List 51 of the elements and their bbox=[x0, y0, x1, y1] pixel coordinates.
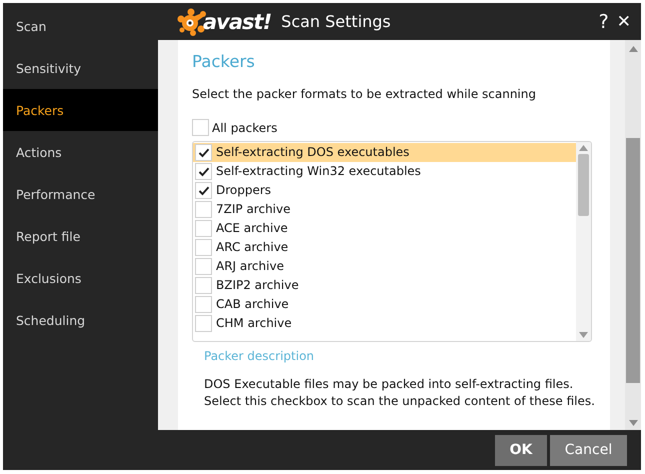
description-text: DOS Executable files may be packed into self-extracting files. bbox=[204, 376, 574, 393]
checkbox[interactable] bbox=[195, 182, 212, 199]
section-heading: Packers bbox=[192, 52, 256, 71]
list-item[interactable]: Droppers bbox=[193, 181, 576, 200]
down-arrow-icon[interactable] bbox=[579, 332, 588, 338]
sidebar-item[interactable]: Packers bbox=[3, 89, 158, 131]
list-item[interactable]: Self-extracting Win32 executables bbox=[193, 162, 576, 181]
down-arrow-icon[interactable] bbox=[628, 420, 638, 426]
scrollbar[interactable] bbox=[576, 142, 591, 341]
checkbox[interactable] bbox=[195, 277, 212, 294]
window-title: Scan Settings bbox=[281, 12, 391, 31]
list-item[interactable]: ACE archive bbox=[193, 219, 576, 238]
sidebar-item[interactable]: Scheduling bbox=[3, 299, 158, 341]
sidebar-item[interactable]: Sensitivity bbox=[3, 47, 158, 89]
checkbox[interactable] bbox=[195, 296, 212, 313]
list-item[interactable]: CAB archive bbox=[193, 295, 576, 314]
sidebar-item[interactable]: Report file bbox=[3, 215, 158, 257]
list-item[interactable]: CHM archive bbox=[193, 314, 576, 333]
check-icon bbox=[198, 146, 210, 158]
logo-text: avast! bbox=[203, 10, 272, 34]
checkbox-label: All packers bbox=[212, 120, 278, 134]
scrollbar-thumb[interactable] bbox=[578, 154, 589, 216]
checkbox[interactable] bbox=[195, 144, 212, 161]
sidebar-item[interactable]: Actions bbox=[3, 131, 158, 173]
check-icon bbox=[198, 166, 210, 178]
list-item[interactable]: Self-extracting DOS executables bbox=[193, 143, 576, 162]
description-text: Select this checkbox to scan the unpacked content of these files. bbox=[204, 393, 596, 410]
checkbox[interactable] bbox=[195, 239, 212, 256]
sidebar-item[interactable]: Scan bbox=[3, 5, 158, 47]
up-arrow-icon[interactable] bbox=[628, 46, 638, 52]
checkbox[interactable] bbox=[195, 220, 212, 237]
checkbox[interactable] bbox=[195, 258, 212, 275]
checkbox[interactable] bbox=[195, 315, 212, 332]
list-item[interactable]: BZIP2 archive bbox=[193, 276, 576, 295]
help-button[interactable]: ? bbox=[594, 10, 613, 32]
checkbox[interactable] bbox=[195, 163, 212, 180]
cancel-button[interactable]: Cancel bbox=[550, 434, 627, 466]
ok-button[interactable]: OK bbox=[495, 434, 547, 466]
scrollbar[interactable] bbox=[625, 40, 641, 430]
check-icon bbox=[198, 184, 210, 196]
close-button[interactable]: ✕ bbox=[612, 12, 635, 32]
list-item[interactable]: ARC archive bbox=[193, 238, 576, 257]
list-item[interactable]: ARJ archive bbox=[193, 257, 576, 276]
sidebar-item[interactable]: Performance bbox=[3, 173, 158, 215]
scrollbar-thumb[interactable] bbox=[626, 138, 640, 383]
instruction-text: Select the packer formats to be extracted while scanning bbox=[192, 87, 537, 101]
checkbox[interactable] bbox=[192, 119, 209, 136]
checkbox[interactable] bbox=[195, 201, 212, 218]
sidebar-item[interactable]: Exclusions bbox=[3, 257, 158, 299]
up-arrow-icon[interactable] bbox=[579, 145, 588, 151]
list-item[interactable]: 7ZIP archive bbox=[193, 200, 576, 219]
